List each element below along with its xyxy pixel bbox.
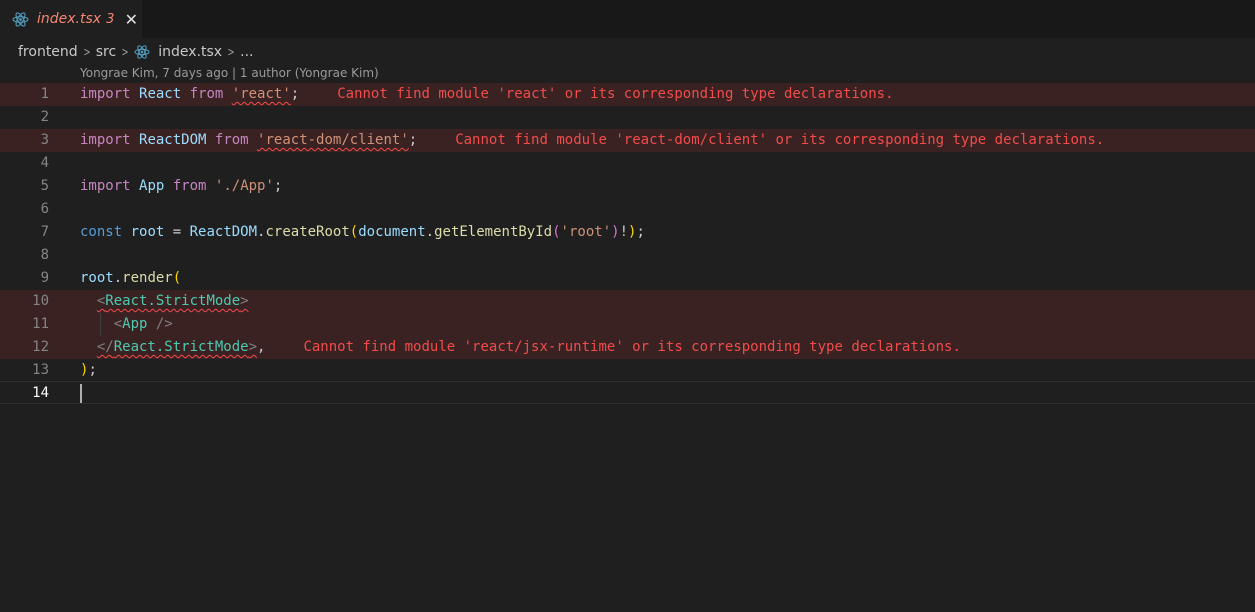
code-line-13[interactable]: 13 ); [0, 359, 1255, 382]
line-number: 5 [40, 178, 49, 194]
breadcrumb-more[interactable]: ... [240, 44, 253, 60]
code-text: <App /> [113, 316, 173, 332]
line-number: 8 [40, 247, 49, 263]
line-number: 13 [32, 362, 49, 378]
breadcrumb-src[interactable]: src [96, 44, 116, 60]
line-number: 11 [32, 316, 49, 332]
code-line-12[interactable]: 12 </React.StrictMode>, Cannot find modul… [0, 336, 1255, 359]
error-message: Cannot find module 'react' or its corres… [337, 86, 894, 102]
code-text: const root = ReactDOM.createRoot(documen… [80, 224, 645, 240]
error-squiggle: 'react-dom/client' [257, 132, 409, 148]
chevron-right-icon: > [227, 45, 235, 59]
code-line-9[interactable]: 9 root.render( [0, 267, 1255, 290]
line-number: 1 [40, 86, 49, 102]
chevron-right-icon: > [121, 45, 129, 59]
line-number: 6 [40, 201, 49, 217]
react-icon [12, 11, 29, 28]
code-line-10[interactable]: 10 <React.StrictMode> [0, 290, 1255, 313]
code-text: <React.StrictMode> [80, 290, 249, 313]
line-number: 9 [40, 270, 49, 286]
error-message: Cannot find module 'react-dom/client' or… [455, 132, 1105, 148]
code-line-7[interactable]: 7 const root = ReactDOM.createRoot(docum… [0, 221, 1255, 244]
react-icon [134, 44, 150, 60]
chevron-right-icon: > [83, 45, 91, 59]
code-line-2[interactable]: 2 [0, 106, 1255, 129]
error-squiggle: </React.StrictMode> [96, 339, 258, 355]
code-line-6[interactable]: 6 [0, 198, 1255, 221]
code-line-11[interactable]: 11 <App /> [0, 313, 1255, 336]
code-line-4[interactable]: 4 [0, 152, 1255, 175]
line-number: 3 [40, 132, 49, 148]
code-line-14[interactable]: 14 [0, 381, 1255, 404]
code-text: </React.StrictMode>, Cannot find module '… [96, 339, 961, 355]
code-text: ); [80, 362, 97, 378]
error-squiggle: <React.StrictMode> [96, 293, 249, 309]
line-number: 4 [40, 155, 49, 171]
code-text: import App from './App'; [80, 178, 283, 194]
code-line-5[interactable]: 5 import App from './App'; [0, 175, 1255, 198]
line-number: 14 [32, 385, 49, 401]
text-cursor [80, 384, 82, 403]
codelens-author[interactable]: Yongrae Kim, 7 days ago | 1 author (Yong… [80, 66, 379, 80]
code-line-3[interactable]: 3 import ReactDOM from 'react-dom/client… [0, 129, 1255, 152]
tab-bar: index.tsx 3 ✕ [0, 0, 1255, 38]
code-line-1[interactable]: 1 import React from 'react'; Cannot find … [0, 83, 1255, 106]
error-message: Cannot find module 'react/jsx-runtime' o… [303, 339, 961, 355]
tab-label: index.tsx [37, 11, 102, 27]
line-number: 10 [32, 293, 49, 309]
code-text: import React from 'react'; Cannot find mo… [80, 86, 894, 102]
code-text: root.render( [80, 270, 182, 286]
breadcrumb-file[interactable]: index.tsx [158, 44, 222, 60]
error-squiggle: 'react' [231, 86, 291, 102]
tab-index-tsx[interactable]: index.tsx 3 ✕ [0, 0, 142, 38]
code-text: import ReactDOM from 'react-dom/client';… [80, 132, 1105, 148]
line-number: 7 [40, 224, 49, 240]
close-icon[interactable]: ✕ [123, 10, 139, 29]
line-number: 2 [40, 109, 49, 125]
tab-problem-count: 3 [106, 11, 115, 27]
breadcrumb-frontend[interactable]: frontend [18, 44, 78, 60]
line-number: 12 [32, 339, 49, 355]
breadcrumb: frontend > src > index.tsx > ... [18, 41, 254, 63]
code-line-8[interactable]: 8 [0, 244, 1255, 267]
